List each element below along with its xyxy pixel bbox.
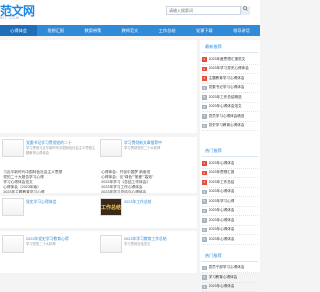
search-box[interactable] (166, 6, 250, 15)
sidebar-item[interactable]: 8党史学习教育心得体会 (202, 122, 258, 132)
rank-badge: 9 (202, 237, 207, 242)
rank-badge: 2 (202, 171, 207, 176)
card-description: 学习党的二十大精神 (26, 242, 98, 247)
sidebar-link[interactable]: 2023年工作总结 (209, 180, 235, 185)
sidebar-item[interactable]: 62023年心得体会 (202, 207, 258, 217)
banner-area (0, 40, 197, 133)
rank-badge: 3 (202, 180, 207, 185)
rank-badge: 6 (202, 209, 207, 214)
sidebar-link[interactable]: 2023年学习心得 (209, 199, 235, 204)
article-thumbnail[interactable] (100, 235, 122, 253)
sidebar-item[interactable]: 52023年工作总结精选 (202, 93, 258, 103)
card-title[interactable]: 2023年工作总结 (124, 200, 151, 205)
article-thumbnail[interactable] (2, 198, 24, 216)
search-icon-glyph (243, 6, 248, 11)
sidebar-list: 12023年心得体会 22023年思想汇报 32023年工作总结 42023年心… (200, 159, 260, 245)
article-thumbnail[interactable] (100, 139, 122, 157)
rank-badge: 4 (202, 190, 207, 195)
rank-badge: 8 (202, 124, 207, 129)
rank-badge: 1 (202, 266, 207, 271)
sidebar-link[interactable]: 2023年学习党史心得体会 (209, 66, 249, 71)
card-description: 学习贯彻总结范文 (124, 242, 194, 247)
card-description: 学习贯彻党的二十大精神 (124, 146, 194, 151)
sidebar-item[interactable]: 32023年工作总结 (202, 178, 258, 188)
rank-badge: 3 (202, 285, 207, 290)
sidebar-list: 1党员干部学习心得体会 2学习教育心得体会 32023年心得体会 (200, 264, 260, 292)
card-description: 学习贯彻习近平新时代中国特色社会主义思想主题教育心得体会 (26, 146, 98, 155)
sidebar-link[interactable]: 2023年心得体会范文 (209, 104, 242, 109)
sidebar-list: 12023年度思想汇报范文 22023年学习党史心得体会 3主题教育学习心得体会… (200, 55, 260, 131)
rank-badge: 1 (202, 161, 207, 166)
nav-item-2[interactable]: 思想汇报 (37, 25, 74, 36)
search-icon[interactable] (240, 6, 250, 15)
nav-item-7[interactable]: 领导讲话 (223, 25, 260, 36)
nav-item-4[interactable]: 教师范文 (111, 25, 148, 36)
sidebar-item[interactable]: 3主题教育学习心得体会 (202, 74, 258, 84)
sidebar-link[interactable]: 主题教育学习心得体会 (209, 76, 245, 81)
article-list-left: ·习近平新时代中国特色社会主义思想 ·党的二十大报告学习心得 ·学习心得体会范文… (2, 170, 96, 195)
rank-badge: 6 (202, 105, 207, 110)
rank-badge: 2 (202, 67, 207, 72)
nav-item-5[interactable]: 工作总结 (149, 25, 186, 36)
sidebar: 最新推荐 12023年度思想汇报范文 22023年学习党史心得体会 3主题教育学… (200, 40, 260, 273)
rank-badge: 8 (202, 228, 207, 233)
sidebar-link[interactable]: 2023年心得体会 (209, 284, 235, 289)
rank-badge: 4 (202, 86, 207, 91)
sidebar-link[interactable]: 2023年心得体会 (209, 227, 235, 232)
sidebar-item[interactable]: 22023年思想汇报 (202, 169, 258, 179)
sidebar-link[interactable]: 党员干部学习心得体会 (209, 265, 245, 270)
site-logo-subtitle: WT. COM (0, 15, 19, 20)
main-nav: 心得体会 思想汇报 教案带策 教师范文 工作总结 党课下载 领导讲话 (0, 25, 260, 36)
nav-item-home[interactable]: 心得体会 (0, 25, 37, 36)
rank-badge: 7 (202, 218, 207, 223)
article-thumbnail[interactable]: 工作总结 (100, 198, 122, 216)
sidebar-link[interactable]: 2023年心得体会 (209, 189, 235, 194)
article-list-right: ·心得体会：开创中国梦 新奋进 ·心得体会：论"绿色""常爱""高效" ·202… (100, 170, 195, 195)
sidebar-item[interactable]: 12023年心得体会 (202, 159, 258, 169)
sidebar-link[interactable]: 2023年度思想汇报范文 (209, 57, 246, 62)
sidebar-item[interactable]: 42023年心得体会 (202, 188, 258, 198)
sidebar-link[interactable]: 学习教育心得体会 (209, 275, 238, 280)
rank-badge: 5 (202, 95, 207, 100)
sidebar-link[interactable]: 2023年心得体会 (209, 237, 235, 242)
sidebar-link[interactable]: 党委书记学习心得体会 (209, 85, 245, 90)
article-thumbnail[interactable] (2, 139, 24, 157)
sidebar-item[interactable]: 22023年学习党史心得体会 (202, 65, 258, 75)
sidebar-item[interactable]: 2学习教育心得体会 (202, 273, 258, 283)
sidebar-item[interactable]: 52023年学习心得 (202, 197, 258, 207)
sidebar-item[interactable]: 1党员干部学习心得体会 (202, 264, 258, 274)
sidebar-item[interactable]: 82023年心得体会 (202, 226, 258, 236)
sidebar-link[interactable]: 党史学习教育心得体会 (209, 123, 245, 128)
sidebar-item[interactable]: 4党委书记学习心得体会 (202, 84, 258, 94)
sidebar-link[interactable]: 2023年心得体会 (209, 218, 235, 223)
article-thumbnail[interactable] (2, 235, 24, 253)
sidebar-link[interactable]: 2023年心得体会 (209, 208, 235, 213)
nav-item-6[interactable]: 党课下载 (186, 25, 223, 36)
card-title[interactable]: 党史学习心得体会 (26, 200, 56, 205)
thumbnail-label: 工作总结 (101, 199, 121, 217)
sidebar-link[interactable]: 2023年工作总结精选 (209, 95, 242, 100)
search-input[interactable] (167, 7, 231, 14)
sidebar-item[interactable]: 7党员学习心得体会精选 (202, 112, 258, 122)
sidebar-section-title: 最新推荐 (202, 40, 258, 53)
sidebar-item[interactable]: 32023年心得体会 (202, 283, 258, 292)
rank-badge: 2 (202, 275, 207, 280)
rank-badge: 5 (202, 199, 207, 204)
sidebar-link[interactable]: 党员学习心得体会精选 (209, 114, 245, 119)
rank-badge: 3 (202, 76, 207, 81)
rank-badge: 7 (202, 114, 207, 119)
sidebar-section-title: 热门推荐 (202, 144, 258, 157)
sidebar-section-title: 热门推荐 (202, 249, 258, 262)
sidebar-item[interactable]: 92023年心得体会 (202, 235, 258, 245)
sidebar-item[interactable]: 12023年度思想汇报范文 (202, 55, 258, 65)
nav-item-3[interactable]: 教案带策 (74, 25, 111, 36)
sidebar-link[interactable]: 2023年心得体会 (209, 161, 235, 166)
sidebar-item[interactable]: 62023年心得体会范文 (202, 103, 258, 113)
rank-badge: 1 (202, 57, 207, 62)
sidebar-link[interactable]: 2023年思想汇报 (209, 170, 235, 175)
sidebar-item[interactable]: 72023年心得体会 (202, 216, 258, 226)
